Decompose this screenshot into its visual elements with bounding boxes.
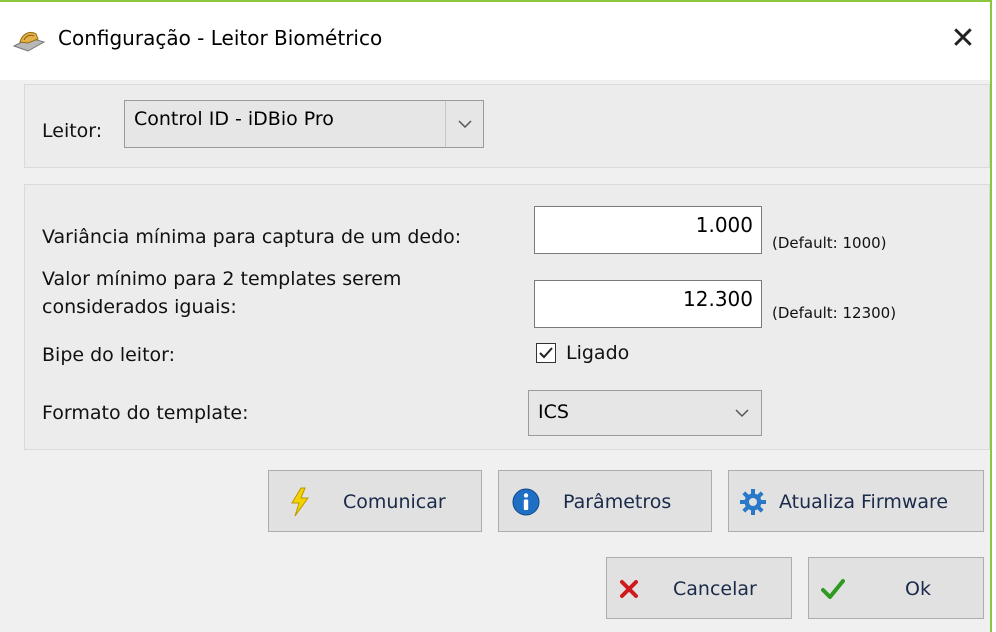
close-button[interactable]: ✕ bbox=[942, 18, 984, 60]
reader-select-dropdown[interactable] bbox=[445, 101, 483, 147]
check-icon bbox=[539, 347, 553, 359]
fingerprint-reader-icon bbox=[12, 31, 46, 52]
variance-default-hint: (Default: 1000) bbox=[772, 234, 887, 252]
chevron-down-icon bbox=[735, 409, 749, 418]
beep-label: Bipe do leitor: bbox=[42, 344, 176, 366]
cross-icon bbox=[620, 580, 638, 598]
ok-label: Ok bbox=[905, 578, 931, 600]
format-label: Formato do template: bbox=[42, 402, 249, 424]
variance-value: 1.000 bbox=[695, 213, 753, 237]
checkmark-icon bbox=[821, 579, 845, 599]
title-bar: Configuração - Leitor Biométrico ✕ bbox=[0, 2, 990, 80]
info-icon bbox=[512, 488, 540, 516]
templates-default-hint: (Default: 12300) bbox=[772, 304, 897, 322]
atualiza-firmware-button[interactable]: Atualiza Firmware bbox=[728, 470, 984, 532]
variance-input[interactable]: 1.000 bbox=[534, 206, 762, 254]
atualiza-firmware-label: Atualiza Firmware bbox=[779, 491, 949, 513]
comunicar-label: Comunicar bbox=[343, 491, 446, 513]
reader-select[interactable]: Control ID - iDBio Pro bbox=[124, 100, 484, 148]
templates-value: 12.300 bbox=[683, 287, 753, 311]
window-title: Configuração - Leitor Biométrico bbox=[58, 26, 383, 50]
format-select-dropdown[interactable] bbox=[723, 391, 761, 435]
chevron-down-icon bbox=[458, 120, 472, 129]
ok-button[interactable]: Ok bbox=[808, 557, 984, 619]
beep-checkbox[interactable] bbox=[536, 343, 556, 363]
comunicar-button[interactable]: Comunicar bbox=[268, 470, 482, 532]
gear-icon bbox=[740, 489, 766, 515]
parametros-button[interactable]: Parâmetros bbox=[498, 470, 712, 532]
cancelar-button[interactable]: Cancelar bbox=[606, 557, 792, 619]
cancelar-label: Cancelar bbox=[673, 578, 757, 600]
templates-label-line2: considerados iguais: bbox=[42, 296, 237, 318]
close-icon: ✕ bbox=[950, 21, 976, 56]
lightning-icon bbox=[291, 487, 309, 517]
config-window: Configuração - Leitor Biométrico ✕ Leito… bbox=[0, 0, 992, 632]
templates-label-line1: Valor mínimo para 2 templates serem bbox=[42, 268, 402, 290]
beep-checkbox-label[interactable]: Ligado bbox=[566, 342, 629, 364]
parametros-label: Parâmetros bbox=[563, 491, 672, 513]
variance-label: Variância mínima para captura de um dedo… bbox=[42, 226, 462, 248]
reader-select-value: Control ID - iDBio Pro bbox=[134, 108, 334, 130]
format-select[interactable]: ICS bbox=[528, 390, 762, 436]
templates-input[interactable]: 12.300 bbox=[534, 280, 762, 328]
format-select-value: ICS bbox=[538, 401, 569, 423]
reader-label: Leitor: bbox=[42, 120, 103, 142]
